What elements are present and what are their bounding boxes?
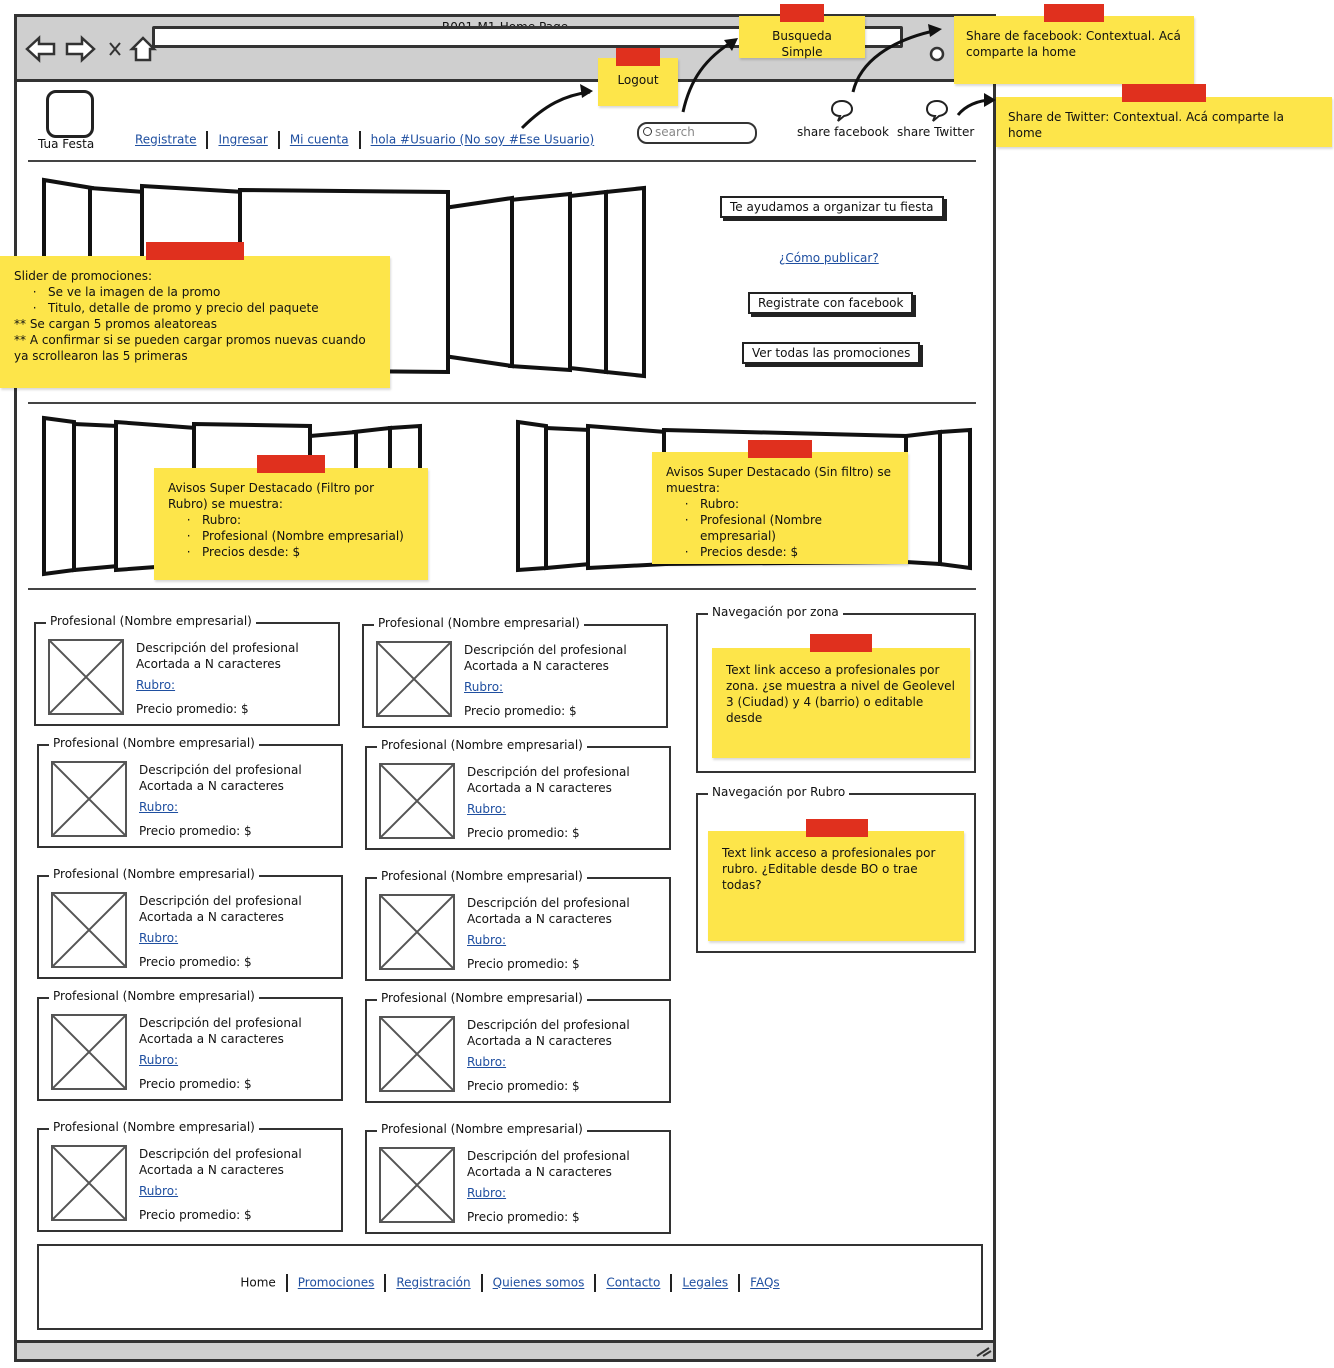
footer-separator <box>480 1274 483 1292</box>
card-description: Descripción del profesional Acortada a N … <box>139 763 302 793</box>
card-title: Profesional (Nombre empresarial) <box>49 1120 259 1134</box>
note-tape <box>146 242 244 260</box>
card-price: Precio promedio: $ <box>136 702 249 716</box>
card-description: Descripción del profesional Acortada a N … <box>139 894 302 924</box>
card-title: Profesional (Nombre empresarial) <box>377 991 587 1005</box>
card-title: Profesional (Nombre empresarial) <box>49 989 259 1003</box>
image-placeholder-icon <box>379 894 455 970</box>
image-placeholder-icon <box>48 639 124 715</box>
card-price: Precio promedio: $ <box>467 826 580 840</box>
card-price: Precio promedio: $ <box>139 955 252 969</box>
footer-faqs-link[interactable]: FAQs <box>750 1276 780 1290</box>
footer-separator <box>285 1274 288 1292</box>
card-price: Precio promedio: $ <box>467 957 580 971</box>
card-price: Precio promedio: $ <box>467 1079 580 1093</box>
footer-links: Home Promociones Registración Quienes somos… <box>39 1274 981 1292</box>
rubro-panel-title: Navegación por Rubro <box>708 785 850 799</box>
professional-card[interactable]: Profesional (Nombre empresarial) Descrip… <box>37 867 343 979</box>
card-price: Precio promedio: $ <box>139 824 252 838</box>
resize-grip-icon[interactable] <box>975 1346 993 1358</box>
note-slider: Slider de promociones: Se ve la imagen d… <box>0 256 390 388</box>
professional-card[interactable]: Profesional (Nombre empresarial) Descrip… <box>365 991 671 1103</box>
card-price: Precio promedio: $ <box>139 1208 252 1222</box>
annotation-arrows <box>520 24 996 130</box>
professional-card[interactable]: Profesional (Nombre empresarial) Descrip… <box>365 1122 671 1234</box>
card-price: Precio promedio: $ <box>467 1210 580 1224</box>
image-placeholder-icon <box>379 1016 455 1092</box>
footer-legales-link[interactable]: Legales <box>682 1276 728 1290</box>
card-rubro-link[interactable]: Rubro: <box>139 931 178 945</box>
image-placeholder-icon <box>51 892 127 968</box>
image-placeholder-icon <box>51 1145 127 1221</box>
header-divider <box>28 160 976 162</box>
note-tape <box>806 819 868 837</box>
card-rubro-link[interactable]: Rubro: <box>139 1184 178 1198</box>
footer-separator <box>738 1274 741 1292</box>
card-description: Descripción del profesional Acortada a N … <box>464 643 627 673</box>
note-rubro: Text link acceso a profesionales por rub… <box>708 831 964 941</box>
card-title: Profesional (Nombre empresarial) <box>49 736 259 750</box>
footer-registracion-link[interactable]: Registración <box>396 1276 470 1290</box>
organizar-button[interactable]: Te ayudamos a organizar tu fiesta <box>720 196 944 218</box>
card-price: Precio promedio: $ <box>464 704 577 718</box>
footer-promociones-link[interactable]: Promociones <box>298 1276 375 1290</box>
image-placeholder-icon <box>379 763 455 839</box>
footer-quienes-somos-link[interactable]: Quienes somos <box>493 1276 585 1290</box>
image-placeholder-icon <box>51 1014 127 1090</box>
card-title: Profesional (Nombre empresarial) <box>49 867 259 881</box>
professional-card[interactable]: Profesional (Nombre empresarial) Descrip… <box>37 736 343 848</box>
note-tape <box>257 455 325 473</box>
card-rubro-link[interactable]: Rubro: <box>467 933 506 947</box>
note-zona: Text link acceso a profesionales por zon… <box>712 648 970 758</box>
card-rubro-link[interactable]: Rubro: <box>467 1186 506 1200</box>
card-rubro-link[interactable]: Rubro: <box>139 1053 178 1067</box>
footer-contacto-link[interactable]: Contacto <box>606 1276 660 1290</box>
card-rubro-link[interactable]: Rubro: <box>464 680 503 694</box>
como-publicar-link[interactable]: ¿Cómo publicar? <box>779 251 879 265</box>
card-rubro-link[interactable]: Rubro: <box>467 802 506 816</box>
image-placeholder-icon <box>376 641 452 717</box>
card-rubro-link[interactable]: Rubro: <box>139 800 178 814</box>
professional-card[interactable]: Profesional (Nombre empresarial) Descrip… <box>37 989 343 1101</box>
card-title: Profesional (Nombre empresarial) <box>46 614 256 628</box>
image-placeholder-icon <box>379 1147 455 1223</box>
card-description: Descripción del profesional Acortada a N … <box>139 1016 302 1046</box>
card-description: Descripción del profesional Acortada a N … <box>139 1147 302 1177</box>
card-price: Precio promedio: $ <box>139 1077 252 1091</box>
card-title: Profesional (Nombre empresarial) <box>374 616 584 630</box>
card-description: Descripción del profesional Acortada a N … <box>467 1149 630 1179</box>
professional-card[interactable]: Profesional (Nombre empresarial) Descrip… <box>365 738 671 850</box>
card-description: Descripción del profesional Acortada a N … <box>467 1018 630 1048</box>
card-title: Profesional (Nombre empresarial) <box>377 1122 587 1136</box>
hero-divider <box>28 402 976 404</box>
note-tape <box>748 440 812 458</box>
footer-separator <box>594 1274 597 1292</box>
card-rubro-link[interactable]: Rubro: <box>467 1055 506 1069</box>
card-description: Descripción del profesional Acortada a N … <box>467 896 630 926</box>
footer-home-link[interactable]: Home <box>240 1276 275 1290</box>
card-rubro-link[interactable]: Rubro: <box>136 678 175 692</box>
destacados-divider <box>28 588 976 590</box>
professional-card[interactable]: Profesional (Nombre empresarial) Descrip… <box>37 1120 343 1232</box>
professional-card[interactable]: Profesional (Nombre empresarial) Descrip… <box>362 616 668 728</box>
registrate-facebook-button[interactable]: Registrate con facebook <box>748 292 914 314</box>
footer: Home Promociones Registración Quienes somos… <box>37 1244 983 1330</box>
footer-separator <box>384 1274 387 1292</box>
note-tape <box>810 634 872 652</box>
note-destacado-sin-filtro: Avisos Super Destacado (Sin filtro) se m… <box>652 452 908 564</box>
professional-card[interactable]: Profesional (Nombre empresarial) Descrip… <box>365 869 671 981</box>
card-description: Descripción del profesional Acortada a N … <box>136 641 299 671</box>
card-title: Profesional (Nombre empresarial) <box>377 738 587 752</box>
card-title: Profesional (Nombre empresarial) <box>377 869 587 883</box>
browser-statusbar <box>14 1340 996 1362</box>
image-placeholder-icon <box>51 761 127 837</box>
footer-separator <box>670 1274 673 1292</box>
card-description: Descripción del profesional Acortada a N … <box>467 765 630 795</box>
professional-card[interactable]: Profesional (Nombre empresarial) Descrip… <box>34 614 340 726</box>
note-destacado-rubro: Avisos Super Destacado (Filtro por Rubro… <box>154 468 428 580</box>
ver-promociones-button[interactable]: Ver todas las promociones <box>742 342 921 364</box>
zona-panel-title: Navegación por zona <box>708 605 843 619</box>
